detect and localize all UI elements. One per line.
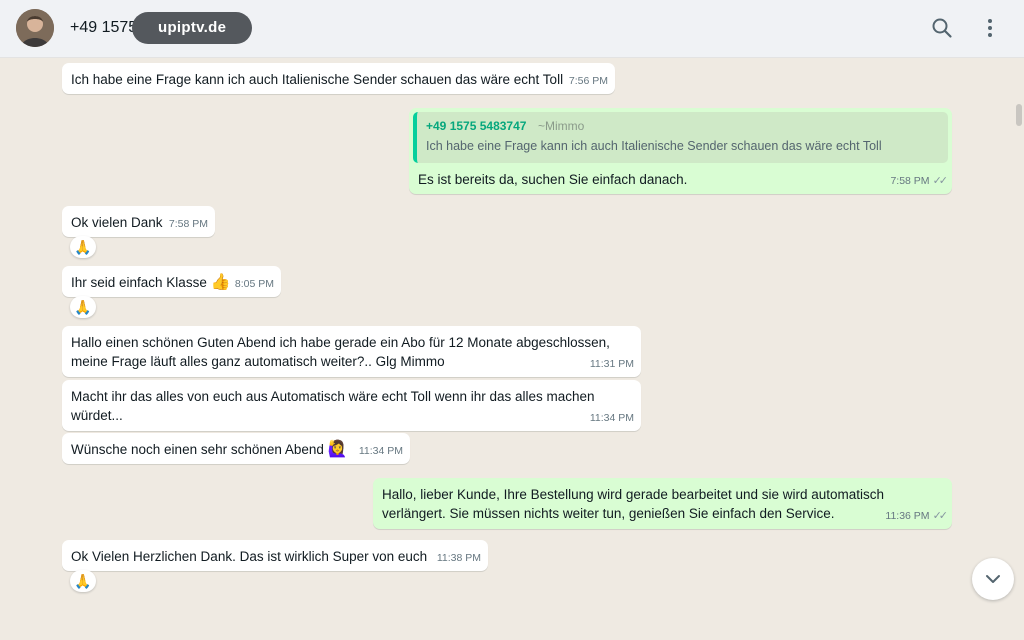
message-time: 7:58 PM ✓✓ — [890, 175, 949, 187]
reaction-badge[interactable]: 🙏 — [70, 296, 96, 318]
message-text: Ok vielen Dank — [71, 215, 163, 230]
message-bubble-incoming[interactable]: Wünsche noch einen sehr schönen Abend 🙋‍… — [62, 433, 410, 464]
message-time: 11:38 PM — [436, 552, 481, 564]
message-time: 7:56 PM — [568, 75, 608, 87]
message-bubble-outgoing[interactable]: Hallo, lieber Kunde, Ihre Bestellung wir… — [373, 478, 952, 529]
search-icon[interactable] — [930, 16, 954, 40]
message-text: Macht ihr das alles von euch aus Automat… — [71, 389, 595, 423]
quoted-message[interactable]: +49 1575 5483747 ~Mimmo Ich habe eine Fr… — [413, 112, 948, 163]
read-ticks-icon: ✓✓ — [932, 175, 949, 187]
contact-name[interactable]: +49 1575 — [70, 19, 137, 37]
quoted-alias: ~Mimmo — [538, 119, 585, 133]
message-text: Ok Vielen Herzlichen Dank. Das ist wirkl… — [71, 549, 428, 564]
scrollbar-thumb[interactable] — [1016, 104, 1022, 126]
message-bubble-incoming[interactable]: Ok Vielen Herzlichen Dank. Das ist wirkl… — [62, 540, 488, 571]
message-time: 11:34 PM — [358, 445, 403, 457]
message-time: 11:31 PM — [589, 358, 634, 370]
message-bubble-incoming[interactable]: Ich habe eine Frage kann ich auch Italie… — [62, 63, 615, 94]
chevron-down-icon — [986, 575, 1000, 583]
message-time: 8:05 PM — [234, 278, 274, 290]
reaction-badge[interactable]: 🙏 — [70, 236, 96, 258]
thumbs-up-emoji: 👍 — [210, 274, 231, 291]
read-ticks-icon: ✓✓ — [932, 510, 949, 522]
message-time: 7:58 PM — [168, 218, 208, 230]
message-text: Es ist bereits da, suchen Sie einfach da… — [418, 172, 688, 187]
message-text: Ihr seid einfach Klasse 👍 — [71, 274, 231, 291]
quoted-text: Ich habe eine Frage kann ich auch Italie… — [426, 139, 882, 153]
watermark-badge: upiptv.de — [132, 12, 253, 44]
chat-header: +49 1575 upiptv.de — [0, 0, 1024, 58]
message-bubble-outgoing[interactable]: +49 1575 5483747 ~Mimmo Ich habe eine Fr… — [409, 108, 952, 194]
message-bubble-incoming[interactable]: Hallo einen schönen Guten Abend ich habe… — [62, 326, 641, 377]
message-time: 11:36 PM ✓✓ — [885, 510, 949, 522]
kebab-menu-icon[interactable] — [978, 16, 1002, 40]
message-text: Hallo, lieber Kunde, Ihre Bestellung wir… — [382, 487, 885, 521]
message-text: Hallo einen schönen Guten Abend ich habe… — [71, 335, 610, 369]
scroll-to-bottom-button[interactable] — [972, 558, 1014, 600]
message-bubble-incoming[interactable]: Ok vielen Dank 7:58 PM — [62, 206, 215, 237]
quoted-sender: +49 1575 5483747 — [426, 119, 527, 133]
message-text: Wünsche noch einen sehr schönen Abend 🙋‍… — [71, 441, 348, 458]
message-text: Ich habe eine Frage kann ich auch Italie… — [71, 72, 564, 87]
message-bubble-incoming[interactable]: Ihr seid einfach Klasse 👍 8:05 PM — [62, 266, 281, 297]
reaction-badge[interactable]: 🙏 — [70, 570, 96, 592]
message-bubble-incoming[interactable]: Macht ihr das alles von euch aus Automat… — [62, 380, 641, 431]
avatar[interactable] — [16, 9, 54, 47]
person-raising-hand-emoji: 🙋‍♀️ — [327, 441, 348, 458]
message-time: 11:34 PM — [589, 412, 634, 424]
